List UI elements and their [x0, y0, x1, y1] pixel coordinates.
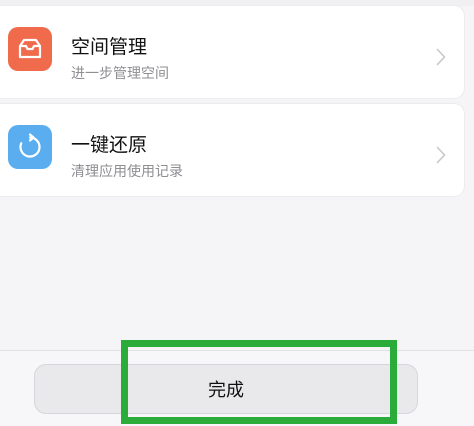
storage-tray-icon [8, 27, 52, 71]
list-item-one-key-restore[interactable]: 一键还原 清理应用使用记录 [0, 104, 464, 196]
chevron-right-icon [436, 48, 446, 66]
item-title: 一键还原 [71, 134, 148, 156]
item-title: 空间管理 [71, 36, 148, 58]
item-subtitle: 清理应用使用记录 [71, 164, 183, 180]
chevron-right-icon [436, 146, 446, 164]
done-button[interactable]: 完成 [34, 364, 418, 414]
restore-refresh-icon [8, 125, 52, 169]
list-item-space-management[interactable]: 空间管理 进一步管理空间 [0, 6, 464, 98]
item-subtitle: 进一步管理空间 [71, 66, 169, 82]
